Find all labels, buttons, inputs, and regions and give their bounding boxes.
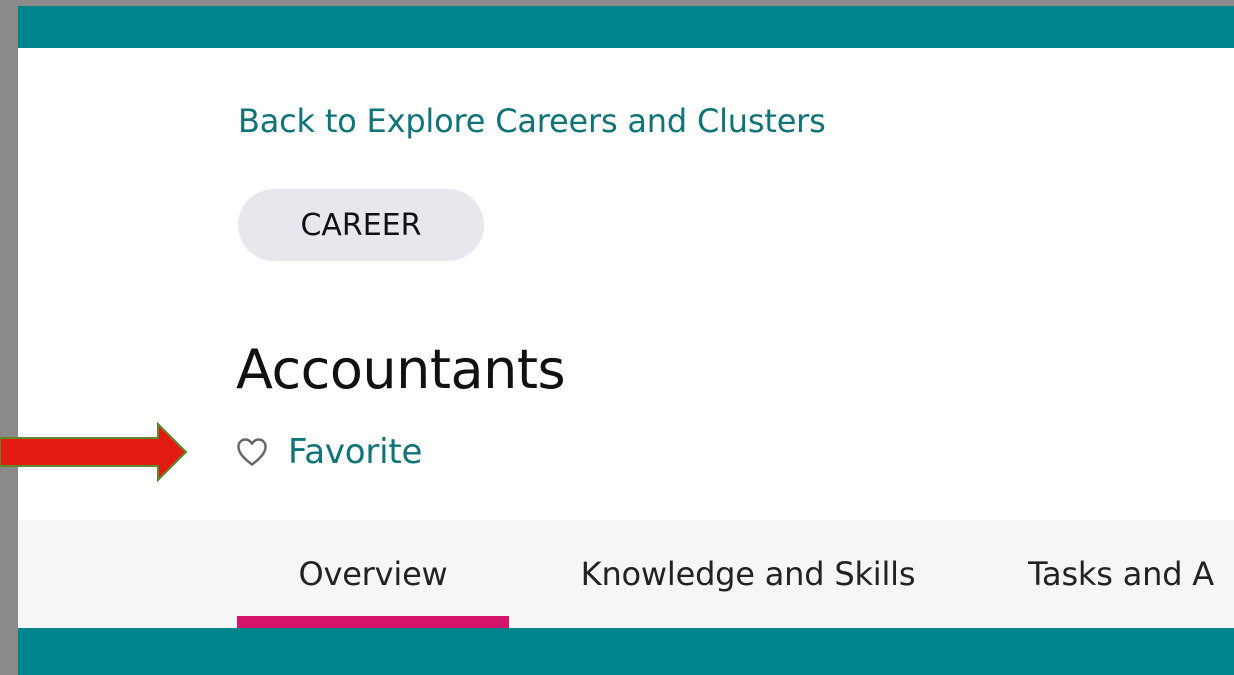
site-header-band [18, 6, 1234, 48]
career-tabs: Overview Knowledge and Skills Tasks and … [18, 520, 1234, 628]
screenshot-frame-left [0, 0, 18, 675]
career-header: Back to Explore Careers and Clusters CAR… [18, 48, 1234, 520]
red-arrow-annotation [0, 421, 188, 483]
heart-outline-icon [236, 437, 268, 467]
tab-overview[interactable]: Overview [237, 520, 509, 628]
page-footer-band [18, 628, 1234, 675]
career-type-badge: CAREER [238, 189, 484, 261]
career-type-label: CAREER [300, 207, 422, 243]
back-to-explore-link[interactable]: Back to Explore Careers and Clusters [238, 102, 826, 140]
tab-knowledge-and-skills[interactable]: Knowledge and Skills [548, 520, 948, 628]
active-tab-indicator [237, 616, 509, 628]
page-title: Accountants [236, 338, 566, 401]
favorite-button[interactable]: Favorite [236, 430, 422, 474]
favorite-label: Favorite [288, 432, 423, 472]
tab-tasks-and-activities[interactable]: Tasks and A [1028, 520, 1234, 628]
